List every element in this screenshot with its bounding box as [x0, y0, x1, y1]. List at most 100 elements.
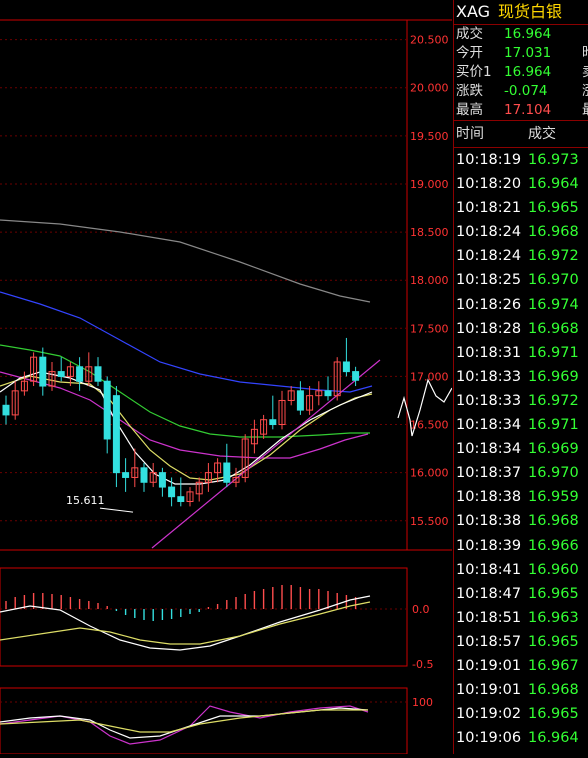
candle-body	[177, 496, 185, 503]
price-axis-label: 20.500	[410, 34, 449, 47]
tick-price: 16.968	[528, 224, 579, 241]
tick-price: 16.960	[528, 561, 579, 578]
tick-row[interactable]: 10:18:37 16.970	[454, 461, 588, 485]
kdj-d-line	[0, 709, 368, 733]
tick-time: 10:18:24	[456, 248, 522, 265]
tick-row[interactable]: 10:18:33 16.969	[454, 365, 588, 389]
tick-row[interactable]: 10:18:25 16.970	[454, 268, 588, 292]
macd-axis-label: 0.0	[412, 603, 430, 616]
tick-price: 16.969	[528, 368, 579, 385]
ma-line-green	[0, 344, 370, 438]
tick-row[interactable]: 10:18:21 16.965	[454, 196, 588, 220]
quote-value: -0.074	[504, 83, 548, 99]
tick-time: 10:18:47	[456, 585, 522, 602]
price-axis-label: 16.000	[410, 467, 449, 480]
ticks-header-price: 成交	[528, 126, 556, 142]
chart-area[interactable]: 20.500 20.000 19.500 19.000 18.500 18.000 17.5…	[0, 0, 453, 755]
tick-row[interactable]: 10:18:24 16.972	[454, 244, 588, 268]
quote-label: 涨跌	[456, 83, 483, 99]
price-axis-label: 18.000	[410, 274, 449, 287]
quote-label: 成交	[456, 26, 483, 42]
quote-extra-label: 涨	[582, 82, 588, 101]
tick-time: 10:19:06	[456, 730, 522, 747]
candle-body	[57, 371, 65, 377]
tick-time: 10:18:37	[456, 465, 522, 482]
tick-row[interactable]: 10:18:19 16.973	[454, 148, 588, 172]
tick-time: 10:18:38	[456, 489, 522, 506]
tick-time: 10:18:25	[456, 272, 522, 289]
tick-price: 16.963	[528, 609, 579, 626]
candle-body	[168, 486, 176, 498]
tick-row[interactable]: 10:18:38 16.968	[454, 509, 588, 533]
instrument-title: XAG 现货白银	[454, 0, 588, 24]
kdj-k-line	[0, 707, 369, 739]
tick-price: 16.965	[528, 706, 579, 723]
macd-panel-frame	[0, 567, 408, 667]
ma-line-blue	[0, 291, 373, 393]
candle-body	[103, 380, 111, 440]
tick-row[interactable]: 10:19:01 16.968	[454, 678, 588, 702]
tick-row[interactable]: 10:18:34 16.969	[454, 437, 588, 461]
candle-body	[39, 356, 47, 387]
tick-row[interactable]: 10:19:02 16.965	[454, 702, 588, 726]
tick-row[interactable]: 10:19:01 16.967	[454, 654, 588, 678]
tick-time: 10:18:39	[456, 537, 522, 554]
tick-row[interactable]: 10:18:51 16.963	[454, 606, 588, 630]
tick-time: 10:18:20	[456, 176, 522, 193]
tick-price: 16.965	[528, 200, 579, 217]
tick-time: 10:18:38	[456, 513, 522, 530]
candle-body	[269, 419, 277, 426]
ticks-header: 时间 成交	[454, 121, 588, 147]
tick-row[interactable]: 10:18:57 16.965	[454, 630, 588, 654]
tick-list[interactable]: 10:18:19 16.973 10:18:20 16.964 10:18:21 16.9…	[454, 148, 588, 750]
tick-price: 16.967	[528, 657, 579, 674]
price-axis-label: 19.500	[410, 130, 449, 143]
tick-price: 16.970	[528, 465, 579, 482]
tick-row[interactable]: 10:18:41 16.960	[454, 558, 588, 582]
tick-price: 16.964	[528, 730, 579, 747]
quote-panel: XAG 现货白银 成交 16.964 今开 17.031 昨买价1 16.964 卖涨跌 -0.…	[453, 0, 588, 754]
candle-body	[296, 390, 304, 411]
candle-body	[122, 472, 130, 478]
tick-time: 10:18:19	[456, 152, 522, 168]
tick-row[interactable]: 10:18:47 16.965	[454, 582, 588, 606]
tick-row[interactable]: 10:18:39 16.966	[454, 534, 588, 558]
tick-price: 16.969	[528, 441, 579, 458]
tick-price: 16.974	[528, 296, 579, 313]
tick-row[interactable]: 10:18:38 16.959	[454, 485, 588, 509]
tick-row[interactable]: 10:18:28 16.968	[454, 317, 588, 341]
price-axis-label: 20.000	[410, 82, 449, 95]
tick-time: 10:18:41	[456, 561, 522, 578]
macd-dea-line	[0, 601, 371, 645]
tick-row[interactable]: 10:18:31 16.971	[454, 341, 588, 365]
kdj-j-line	[0, 705, 369, 745]
tick-price: 16.968	[528, 513, 579, 530]
tick-row[interactable]: 10:18:33 16.972	[454, 389, 588, 413]
tick-row[interactable]: 10:18:34 16.971	[454, 413, 588, 437]
tick-time: 10:18:31	[456, 344, 522, 361]
instrument-name: 现货白银	[498, 2, 563, 21]
candle-body	[352, 371, 360, 381]
tick-time: 10:18:33	[456, 368, 522, 385]
candle-body	[158, 472, 166, 488]
ticks-header-time: 时间	[456, 126, 484, 142]
candle-body	[2, 404, 10, 416]
candle-body	[324, 390, 332, 397]
price-axis-label: 17.500	[410, 322, 449, 335]
tick-row[interactable]: 10:18:24 16.968	[454, 220, 588, 244]
tick-row[interactable]: 10:19:06 16.964	[454, 726, 588, 750]
macd-axis-label: -0.5	[412, 658, 433, 671]
tick-time: 10:18:57	[456, 633, 522, 650]
tick-row[interactable]: 10:18:26 16.974	[454, 293, 588, 317]
tick-price: 16.970	[528, 272, 579, 289]
tick-row[interactable]: 10:18:20 16.964	[454, 172, 588, 196]
tick-time: 10:18:21	[456, 200, 522, 217]
tick-time: 10:19:01	[456, 657, 522, 674]
price-chart[interactable]: 20.500 20.000 19.500 19.000 18.500 18.000 17.5…	[0, 0, 453, 755]
tick-price: 16.959	[528, 489, 579, 506]
candle-body	[94, 366, 102, 382]
quote-row: 今开 17.031 昨	[454, 44, 588, 63]
candle-body	[112, 395, 120, 474]
quote-value: 17.104	[504, 102, 552, 118]
quote-extra-label: 昨	[582, 44, 588, 63]
